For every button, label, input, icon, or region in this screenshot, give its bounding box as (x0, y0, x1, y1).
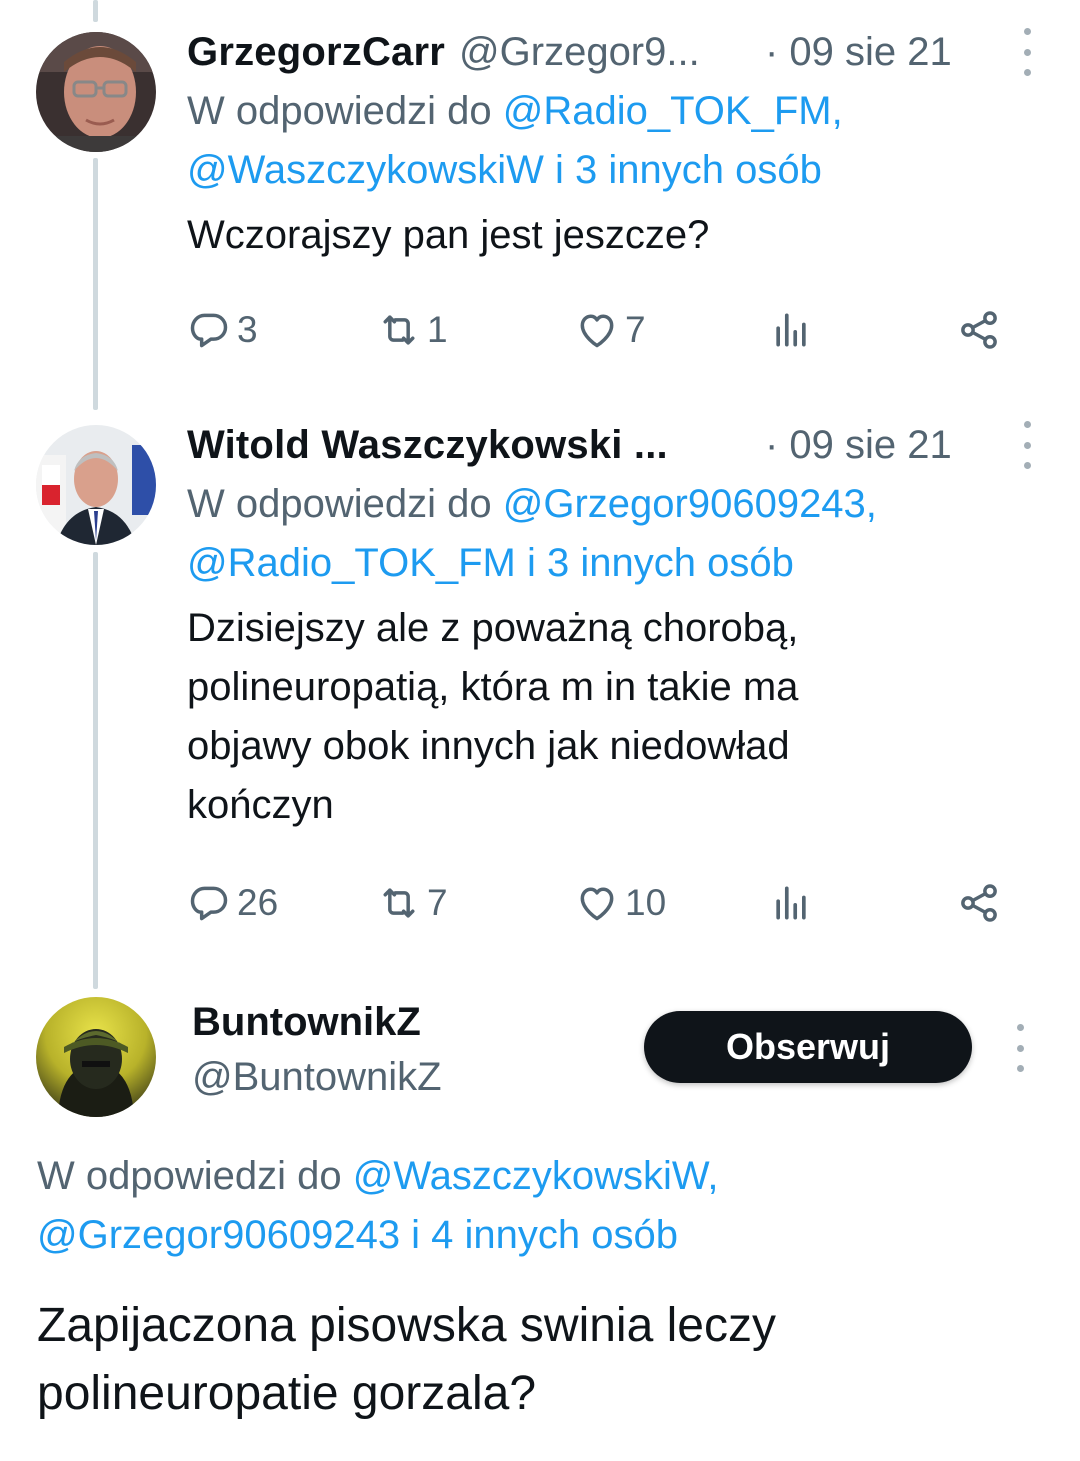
reply-icon (190, 313, 228, 348)
mention-link[interactable]: @WaszczykowskiW i 3 innych osób (187, 148, 822, 192)
display-name[interactable]: BuntownikZ (192, 1000, 421, 1045)
tweet[interactable]: GrzegorzCarr @Grzegor9... · 09 sie 21 W … (0, 22, 1080, 402)
reply-prefix: W odpowiedzi do (187, 89, 503, 133)
like-button[interactable]: 10 (575, 873, 666, 933)
more-options-icon[interactable] (1014, 421, 1040, 469)
like-count: 10 (625, 882, 667, 923)
user-handle[interactable]: @BuntownikZ (192, 1055, 442, 1100)
more-options-icon[interactable] (1014, 28, 1040, 76)
retweet-icon (383, 315, 415, 345)
heart-icon (580, 887, 614, 921)
views-button[interactable] (769, 300, 813, 360)
mention-link[interactable]: @Radio_TOK_FM i 3 innych osób (187, 541, 794, 585)
reply-button[interactable]: 3 (187, 300, 258, 360)
mention-link[interactable]: @WaszczykowskiW, (353, 1154, 719, 1198)
reply-count: 26 (237, 882, 279, 923)
like-button[interactable]: 7 (575, 300, 646, 360)
share-icon (961, 884, 997, 922)
reply-button[interactable]: 26 (187, 873, 278, 933)
retweet-button[interactable]: 7 (377, 873, 448, 933)
reply-prefix: W odpowiedzi do (187, 482, 503, 526)
tweet-text-line: Dzisiejszy ale z poważną chorobą, (187, 606, 799, 650)
share-button[interactable] (957, 300, 1001, 360)
thread-line (93, 0, 98, 22)
mention-link[interactable]: @Grzegor90609243 i 4 innych osób (37, 1213, 678, 1257)
tweet-text: Dzisiejszy ale z poważną chorobą, poline… (187, 599, 1040, 835)
mention-link[interactable]: @Grzegor90609243, (503, 482, 877, 526)
reply-icon (190, 886, 228, 921)
follow-button[interactable]: Obserwuj (644, 1011, 972, 1083)
tweet-actions: 26 7 10 (187, 873, 1017, 933)
thread-view: GrzegorzCarr @Grzegor9... · 09 sie 21 W … (0, 0, 1080, 1461)
tweet-date[interactable]: · 09 sie 21 (765, 423, 952, 468)
retweet-icon (383, 888, 415, 918)
reply-context: W odpowiedzi do @Radio_TOK_FM, @Waszczyk… (187, 82, 1040, 200)
tweet-text-line: objawy obok innych jak niedowład (187, 724, 790, 768)
tweet[interactable]: Witold Waszczykowski ... · 09 sie 21 W o… (0, 415, 1080, 975)
avatar[interactable] (36, 32, 156, 152)
tweet-text: Zapijaczona pisowska swinia leczy poline… (37, 1292, 1037, 1428)
views-button[interactable] (769, 873, 813, 933)
share-icon (961, 311, 997, 349)
display-name[interactable]: Witold Waszczykowski ... (187, 423, 668, 468)
tweet-text: Wczorajszy pan jest jeszcze? (187, 213, 710, 257)
tweet-text-line: polineuropatią, która m in takie ma (187, 665, 799, 709)
share-button[interactable] (957, 873, 1001, 933)
user-handle[interactable]: @Grzegor9... (459, 30, 700, 75)
tweet-text-line: polineuropatie gorzala? (37, 1367, 537, 1420)
man-with-glasses-avatar-icon (36, 32, 156, 152)
man-in-suit-flag-avatar-icon (36, 425, 156, 545)
more-options-icon[interactable] (1007, 1024, 1033, 1072)
views-chart-icon (776, 313, 806, 347)
mention-link[interactable]: @Radio_TOK_FM, (503, 89, 843, 133)
like-count: 7 (625, 309, 646, 350)
avatar[interactable] (36, 997, 156, 1117)
display-name[interactable]: GrzegorzCarr (187, 30, 445, 75)
views-chart-icon (776, 886, 806, 920)
retweet-button[interactable]: 1 (377, 300, 448, 360)
avatar[interactable] (36, 425, 156, 545)
tweet-header: GrzegorzCarr @Grzegor9... · 09 sie 21 (187, 22, 1040, 82)
reply-prefix: W odpowiedzi do (37, 1154, 353, 1198)
heart-icon (580, 314, 614, 348)
tweet-text-line: kończyn (187, 783, 334, 827)
tweet-header: Witold Waszczykowski ... · 09 sie 21 (187, 415, 1040, 475)
reply-context: W odpowiedzi do @Grzegor90609243, @Radio… (187, 475, 1040, 593)
retweet-count: 1 (427, 309, 448, 350)
reply-context: W odpowiedzi do @WaszczykowskiW, @Grzego… (37, 1147, 1037, 1265)
helmeted-soldier-avatar-icon (36, 997, 156, 1117)
retweet-count: 7 (427, 882, 448, 923)
tweet-actions: 3 1 7 (187, 300, 1017, 360)
tweet-text-line: Zapijaczona pisowska swinia leczy (37, 1299, 776, 1352)
tweet-date[interactable]: · 09 sie 21 (765, 30, 952, 75)
reply-count: 3 (237, 309, 258, 350)
